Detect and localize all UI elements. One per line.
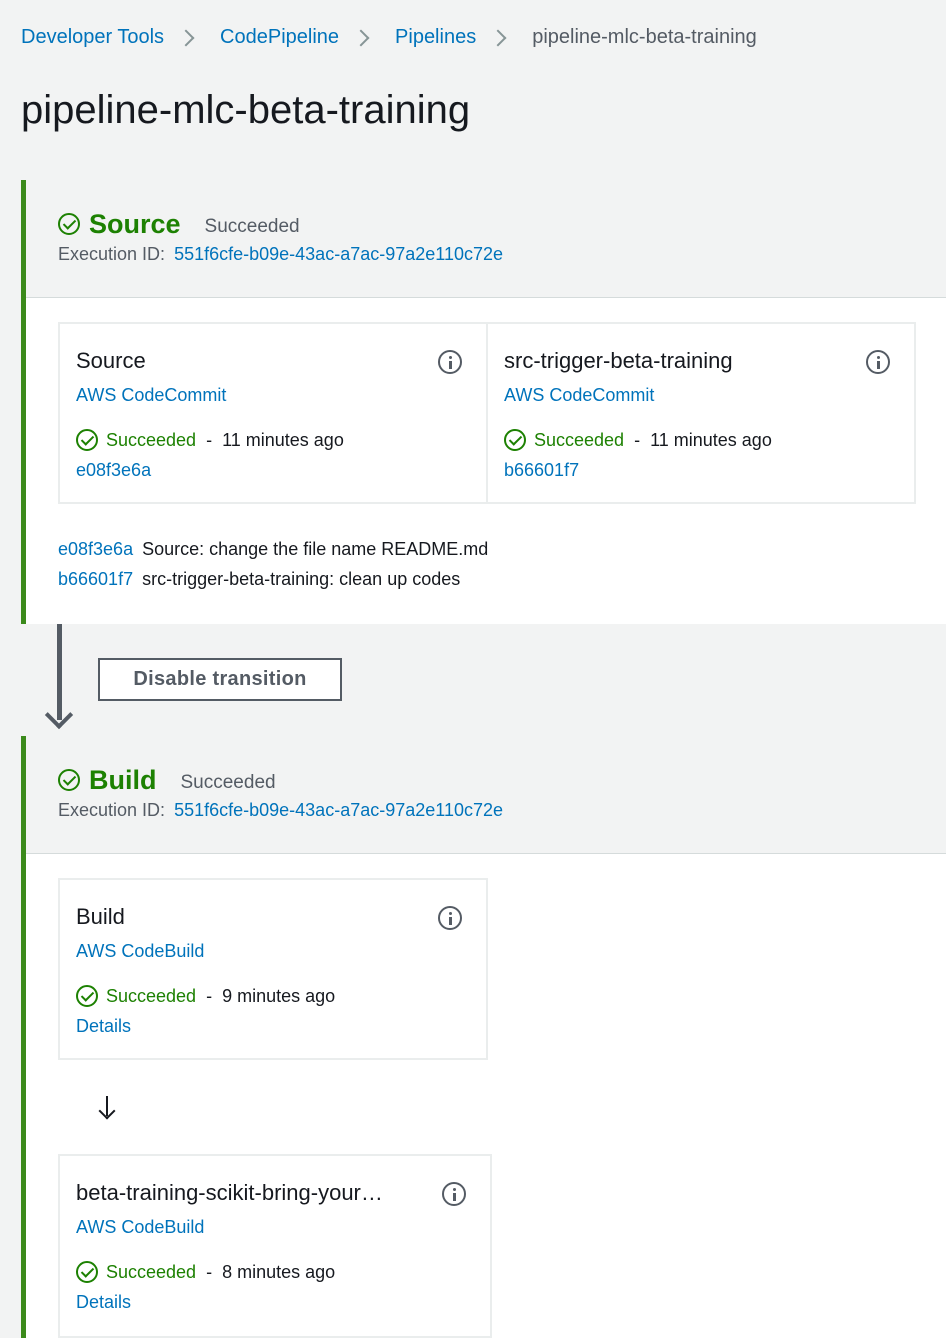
success-check-icon xyxy=(76,429,98,451)
action-provider-link[interactable]: AWS CodeCommit xyxy=(504,384,898,406)
arrow-down-icon xyxy=(44,700,74,730)
details-link[interactable]: Details xyxy=(76,1290,474,1314)
action-card-source: Source AWS CodeCommit Succeeded - 11 min… xyxy=(58,322,488,504)
breadcrumb-pipelines[interactable]: Pipelines xyxy=(395,24,476,50)
commit-row: e08f3e6a Source: change the file name RE… xyxy=(58,534,488,564)
action-time: 8 minutes ago xyxy=(222,1262,336,1282)
success-check-icon xyxy=(58,213,80,235)
stage-header: Source Succeeded Execution ID: 551f6cfe-… xyxy=(26,180,946,298)
stage-status: Succeeded xyxy=(180,772,276,793)
details-link[interactable]: Details xyxy=(76,1014,470,1038)
success-check-icon xyxy=(76,985,98,1007)
chevron-right-icon xyxy=(174,24,208,50)
action-title: Source xyxy=(76,348,146,373)
execution-id-label: Execution ID: xyxy=(58,800,166,820)
action-time: 11 minutes ago xyxy=(650,430,772,450)
stage-build: Build Succeeded Execution ID: 551f6cfe-b… xyxy=(21,736,946,1338)
status-separator: - xyxy=(206,986,213,1006)
action-status: Succeeded xyxy=(106,1262,197,1282)
stage-name: Build xyxy=(89,764,157,795)
disable-transition-button[interactable]: Disable transition xyxy=(98,658,342,701)
action-status: Succeeded xyxy=(106,986,197,1006)
commit-id-link[interactable]: e08f3e6a xyxy=(58,539,133,559)
chevron-right-icon xyxy=(349,24,383,50)
commit-message: Source: change the file name README.md xyxy=(142,539,489,559)
success-check-icon xyxy=(76,1261,98,1283)
status-separator: - xyxy=(634,430,641,450)
stage-body: Source AWS CodeCommit Succeeded - 11 min… xyxy=(26,298,946,624)
action-time: 9 minutes ago xyxy=(222,986,336,1006)
status-separator: - xyxy=(206,1262,213,1282)
info-icon[interactable] xyxy=(438,350,462,374)
breadcrumb-codepipeline[interactable]: CodePipeline xyxy=(220,24,339,50)
chevron-right-icon xyxy=(486,24,520,50)
stage-name: Source xyxy=(89,208,181,239)
success-check-icon xyxy=(58,769,80,791)
info-icon[interactable] xyxy=(442,1182,466,1206)
success-check-icon xyxy=(504,429,526,451)
action-card-build: Build AWS CodeBuild Succeeded - 9 minute… xyxy=(58,878,488,1060)
action-title: Build xyxy=(76,904,125,929)
execution-id-label: Execution ID: xyxy=(58,244,166,264)
action-card-beta-training: beta-training-scikit-bring-your… AWS Cod… xyxy=(58,1154,492,1338)
action-provider-link[interactable]: AWS CodeCommit xyxy=(76,384,470,406)
breadcrumb-current: pipeline-mlc-beta-training xyxy=(532,26,757,48)
commit-message: src-trigger-beta-training: clean up code… xyxy=(142,569,461,589)
action-status: Succeeded xyxy=(534,430,625,450)
commit-link[interactable]: b66601f7 xyxy=(504,458,898,482)
breadcrumb-developer-tools[interactable]: Developer Tools xyxy=(21,24,164,50)
commit-list: e08f3e6a Source: change the file name RE… xyxy=(58,534,488,594)
action-provider-link[interactable]: AWS CodeBuild xyxy=(76,940,470,962)
execution-id-link[interactable]: 551f6cfe-b09e-43ac-a7ac-97a2e110c72e xyxy=(174,800,503,820)
stage-status: Succeeded xyxy=(204,216,300,237)
stage-header: Build Succeeded Execution ID: 551f6cfe-b… xyxy=(26,736,946,854)
action-title: beta-training-scikit-bring-your… xyxy=(76,1180,383,1205)
commit-link[interactable]: e08f3e6a xyxy=(76,458,470,482)
action-card-src-trigger: src-trigger-beta-training AWS CodeCommit… xyxy=(486,322,916,504)
status-separator: - xyxy=(206,430,213,450)
action-title: src-trigger-beta-training xyxy=(504,348,733,373)
breadcrumb: Developer Tools CodePipeline Pipelines p… xyxy=(21,24,757,50)
action-provider-link[interactable]: AWS CodeBuild xyxy=(76,1216,474,1238)
info-icon[interactable] xyxy=(438,906,462,930)
action-time: 11 minutes ago xyxy=(222,430,344,450)
page-title: pipeline-mlc-beta-training xyxy=(21,88,471,132)
stage-body: Build AWS CodeBuild Succeeded - 9 minute… xyxy=(26,854,946,1338)
action-status: Succeeded xyxy=(106,430,197,450)
stage-source: Source Succeeded Execution ID: 551f6cfe-… xyxy=(21,180,946,624)
execution-id-link[interactable]: 551f6cfe-b09e-43ac-a7ac-97a2e110c72e xyxy=(174,244,503,264)
commit-row: b66601f7 src-trigger-beta-training: clea… xyxy=(58,564,488,594)
info-icon[interactable] xyxy=(866,350,890,374)
commit-id-link[interactable]: b66601f7 xyxy=(58,569,133,589)
